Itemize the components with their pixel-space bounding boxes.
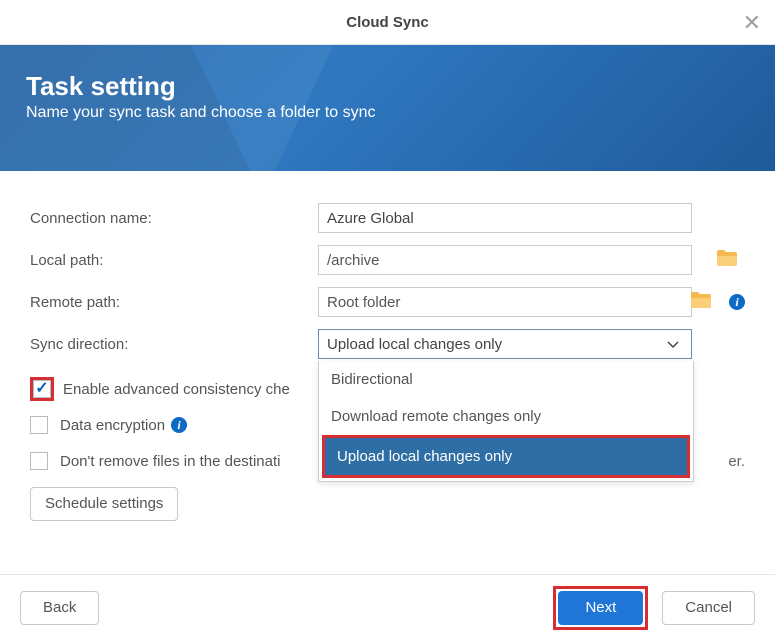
connection-name-input[interactable] [318,203,692,233]
highlight-upload-only: Upload local changes only [322,435,690,478]
highlight-adv-checkbox [30,377,54,401]
sync-direction-dropdown: Bidirectional Download remote changes on… [318,361,694,482]
sync-direction-value: Upload local changes only [327,336,502,353]
label-advanced-consistency: Enable advanced consistency che [63,381,290,398]
option-upload-only[interactable]: Upload local changes only [325,438,687,475]
checkbox-dont-remove[interactable] [30,452,48,470]
remote-path-input[interactable] [318,287,692,317]
folder-icon[interactable] [691,292,711,308]
row-remote-path: Remote path: i [30,281,745,323]
titlebar: Cloud Sync ✕ [0,0,775,45]
chevron-down-icon [667,336,679,353]
row-local-path: Local path: [30,239,745,281]
cancel-button[interactable]: Cancel [662,591,755,625]
info-icon[interactable]: i [729,294,745,310]
folder-icon[interactable] [717,250,737,266]
label-dont-remove-trail: er. [728,453,745,470]
banner-title: Task setting [26,71,749,102]
highlight-next-button: Next [553,586,648,630]
local-path-input[interactable] [318,245,692,275]
dialog-footer: Back Next Cancel [0,574,775,640]
label-remote-path: Remote path: [30,294,318,311]
checkbox-data-encryption[interactable] [30,416,48,434]
info-icon[interactable]: i [171,417,187,433]
banner: Task setting Name your sync task and cho… [0,45,775,171]
label-sync-direction: Sync direction: [30,336,318,353]
option-download-only[interactable]: Download remote changes only [319,398,693,435]
banner-subtitle: Name your sync task and choose a folder … [26,104,749,122]
label-dont-remove: Don't remove files in the destinati [60,453,280,470]
checkbox-advanced-consistency[interactable] [33,380,51,398]
row-connection-name: Connection name: [30,197,745,239]
cloud-sync-dialog: Cloud Sync ✕ Task setting Name your sync… [0,0,775,640]
label-data-encryption: Data encryption [60,417,165,434]
option-bidirectional[interactable]: Bidirectional [319,361,693,398]
label-connection-name: Connection name: [30,210,318,227]
label-local-path: Local path: [30,252,318,269]
titlebar-title: Cloud Sync [346,14,429,31]
next-button[interactable]: Next [558,591,643,625]
close-icon[interactable]: ✕ [743,10,761,36]
task-setting-form: Connection name: Local path: Remote path… [0,171,775,574]
schedule-settings-button[interactable]: Schedule settings [30,487,178,521]
row-sync-direction: Sync direction: Upload local changes onl… [30,323,745,365]
back-button[interactable]: Back [20,591,99,625]
sync-direction-select[interactable]: Upload local changes only [318,329,692,359]
